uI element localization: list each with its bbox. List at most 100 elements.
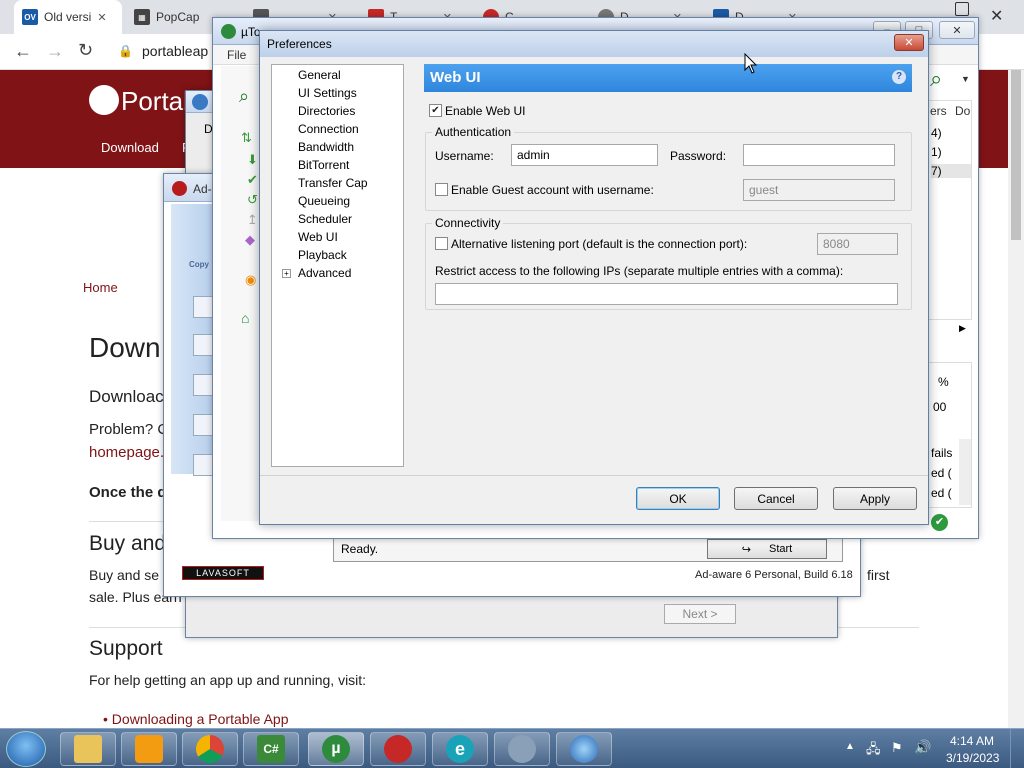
search-icon[interactable]: ⌕ bbox=[239, 86, 249, 107]
back-arrow-icon[interactable]: ← bbox=[14, 41, 32, 62]
taskbar-csharp[interactable]: C# bbox=[243, 732, 299, 766]
taskbar-explorer[interactable] bbox=[60, 732, 116, 766]
alt-port-input[interactable] bbox=[817, 233, 898, 255]
appstore-icon[interactable]: ⌂ bbox=[241, 310, 249, 326]
address-bar[interactable]: portableap bbox=[142, 43, 208, 59]
tree-item-directories[interactable]: Directories bbox=[298, 103, 355, 119]
close-button[interactable]: ✕ bbox=[894, 34, 924, 51]
scrollbar-thumb[interactable] bbox=[1011, 70, 1021, 240]
alt-port-checkbox[interactable] bbox=[435, 237, 448, 250]
support-link-text[interactable]: Downloading a Portable App bbox=[112, 711, 289, 727]
show-desktop-button[interactable] bbox=[1010, 729, 1024, 768]
refresh-icon[interactable]: ↺ bbox=[247, 192, 258, 208]
page-text: For help getting an app up and running, … bbox=[89, 672, 367, 688]
section-heading: Support bbox=[89, 637, 163, 660]
preferences-tree: General UI Settings Directories Connecti… bbox=[271, 64, 404, 467]
arrow-icon: ↪ bbox=[741, 543, 751, 556]
label-icon[interactable]: ◆ bbox=[245, 232, 255, 248]
info-panel: % 00 fails ed ( ed ( bbox=[928, 362, 972, 508]
tree-item-advanced[interactable]: Advanced bbox=[298, 265, 351, 281]
check-icon[interactable]: ✔ bbox=[247, 172, 258, 188]
cancel-button[interactable]: Cancel bbox=[734, 487, 818, 510]
tree-item-ui-settings[interactable]: UI Settings bbox=[298, 85, 357, 101]
guest-username-input[interactable] bbox=[743, 179, 895, 201]
start-button[interactable]: ↪ Start bbox=[707, 539, 827, 559]
taskbar: C# µ e ▲ 🖧 ⚑ 🔊 4:14 AM 3/19/2023 bbox=[0, 728, 1024, 768]
tree-item-bittorrent[interactable]: BitTorrent bbox=[298, 157, 349, 173]
tree-item-bandwidth[interactable]: Bandwidth bbox=[298, 139, 354, 155]
homepage-link[interactable]: homepage. bbox=[89, 444, 164, 461]
next-button[interactable]: Next > bbox=[664, 604, 736, 624]
enable-web-ui-label: Enable Web UI bbox=[445, 104, 526, 118]
divider bbox=[260, 475, 928, 476]
tree-item-queueing[interactable]: Queueing bbox=[298, 193, 350, 209]
torrent-list[interactable]: ers Do 4) 1) 7) ▶ bbox=[928, 100, 972, 333]
tree-item-web-ui[interactable]: Web UI bbox=[298, 229, 338, 245]
close-button[interactable]: ✕ bbox=[939, 21, 975, 39]
taskbar-adaware[interactable] bbox=[370, 732, 426, 766]
tray-expand-icon[interactable]: ▲ bbox=[845, 741, 855, 752]
scroll-right-icon[interactable]: ▶ bbox=[959, 323, 966, 334]
help-icon[interactable]: ? bbox=[892, 70, 906, 84]
username-input[interactable] bbox=[511, 144, 658, 166]
column-header[interactable]: ers bbox=[930, 104, 947, 118]
expand-icon[interactable]: + bbox=[282, 269, 291, 278]
page-text: Buy and se bbox=[89, 567, 160, 583]
alt-port-label: Alternative listening port (default is t… bbox=[451, 237, 748, 251]
page-scrollbar[interactable] bbox=[1008, 70, 1024, 730]
reload-icon[interactable]: ↻ bbox=[78, 40, 93, 61]
cell: 4) bbox=[931, 126, 942, 140]
search-icon[interactable]: ⌕ bbox=[930, 66, 942, 92]
ok-button[interactable]: OK bbox=[636, 487, 720, 510]
lock-icon[interactable]: 🔒 bbox=[118, 44, 133, 58]
close-icon[interactable]: ✕ bbox=[97, 11, 106, 24]
rss-icon[interactable]: ◉ bbox=[245, 272, 256, 288]
tree-item-scheduler[interactable]: Scheduler bbox=[298, 211, 352, 227]
nav-download[interactable]: Download bbox=[101, 140, 159, 155]
globe-icon bbox=[570, 735, 598, 763]
action-center-icon[interactable]: ⚑ bbox=[891, 740, 903, 756]
taskbar-utorrent[interactable]: µ bbox=[308, 732, 364, 766]
app-icon bbox=[508, 735, 536, 763]
restore-icon[interactable] bbox=[955, 2, 969, 16]
taskbar-chrome[interactable] bbox=[182, 732, 238, 766]
scrollbar[interactable] bbox=[959, 439, 971, 505]
tree-item-general[interactable]: General bbox=[298, 67, 341, 83]
menu-file[interactable]: File bbox=[227, 48, 246, 62]
clock-time[interactable]: 4:14 AM bbox=[950, 734, 994, 748]
enable-web-ui-checkbox[interactable]: ✔ bbox=[429, 104, 442, 117]
download-icon[interactable]: ⬇ bbox=[247, 152, 258, 168]
cell: 7) bbox=[931, 164, 971, 178]
connectivity-label: Connectivity bbox=[432, 216, 504, 230]
browser-tab[interactable]: OV Old versi ✕ bbox=[14, 0, 122, 34]
column-header[interactable]: Do bbox=[955, 104, 970, 118]
clock-date[interactable]: 3/19/2023 bbox=[946, 751, 999, 765]
taskbar-ie[interactable]: e bbox=[432, 732, 488, 766]
torrents-icon[interactable]: ⇅ bbox=[241, 130, 252, 146]
password-input[interactable] bbox=[743, 144, 895, 166]
tree-item-connection[interactable]: Connection bbox=[298, 121, 359, 137]
close-icon[interactable]: ✕ bbox=[990, 6, 1003, 26]
support-link[interactable]: • Downloading a Portable App bbox=[103, 711, 288, 727]
guest-account-label: Enable Guest account with username: bbox=[451, 183, 654, 197]
adaware-statusbar: Ready. ↪ Start bbox=[333, 536, 843, 562]
utorrent-icon: µ bbox=[322, 735, 350, 763]
seed-icon[interactable]: ↥ bbox=[247, 212, 258, 228]
apply-button[interactable]: Apply bbox=[833, 487, 917, 510]
restrict-ips-input[interactable] bbox=[435, 283, 898, 305]
status-ok-icon[interactable]: ✔ bbox=[931, 514, 948, 531]
chevron-down-icon[interactable]: ▼ bbox=[961, 74, 970, 84]
tree-item-playback[interactable]: Playback bbox=[298, 247, 347, 263]
tree-item-transfer-cap[interactable]: Transfer Cap bbox=[298, 175, 368, 191]
volume-icon[interactable]: 🔊 bbox=[914, 739, 931, 756]
taskbar-globe[interactable] bbox=[556, 732, 612, 766]
page-text: Downloac bbox=[89, 387, 164, 406]
network-icon[interactable]: 🖧 bbox=[866, 740, 881, 762]
detail-text: fails bbox=[931, 446, 953, 460]
forward-arrow-icon[interactable]: → bbox=[46, 41, 64, 62]
taskbar-app[interactable] bbox=[494, 732, 550, 766]
guest-account-checkbox[interactable] bbox=[435, 183, 448, 196]
taskbar-media-player[interactable] bbox=[121, 732, 177, 766]
start-button[interactable] bbox=[6, 731, 46, 767]
breadcrumb[interactable]: Home bbox=[83, 280, 118, 295]
